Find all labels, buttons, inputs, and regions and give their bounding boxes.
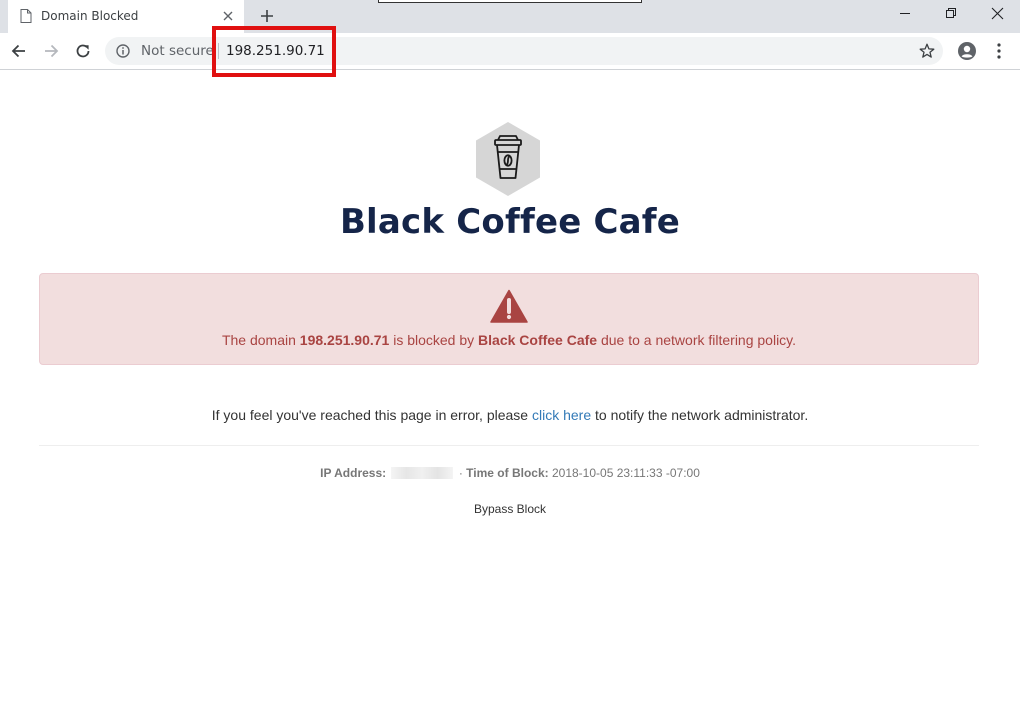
restore-icon [946, 8, 956, 18]
ip-value-redacted [391, 467, 454, 479]
meta-separator: · [458, 466, 463, 480]
block-details: IP Address: · Time of Block: 2018-10-05 … [0, 466, 1020, 480]
bypass-block-link[interactable]: Bypass Block [474, 502, 546, 516]
time-label: Time of Block: [466, 466, 549, 480]
window-close-button[interactable] [974, 0, 1020, 30]
close-icon[interactable] [222, 10, 234, 22]
browser-toolbar: Not secure 198.251.90.71 [0, 33, 1020, 70]
ip-label: IP Address: [320, 466, 387, 480]
page-icon [20, 9, 32, 23]
bypass-block: Bypass Block [0, 502, 1020, 516]
star-icon[interactable] [918, 42, 936, 60]
error-note: If you feel you've reached this page in … [0, 407, 1020, 423]
blocked-alert: The domain 198.251.90.71 is blocked by B… [39, 273, 979, 365]
alert-prefix: The domain [221, 332, 300, 348]
alert-message: The domain 198.251.90.71 is blocked by B… [40, 332, 978, 348]
account-icon[interactable] [957, 41, 977, 61]
info-icon[interactable] [116, 44, 130, 58]
plus-icon[interactable] [259, 8, 275, 24]
restore-button[interactable] [928, 0, 974, 30]
security-label[interactable]: Not secure [141, 43, 214, 59]
alert-middle: is blocked by [389, 332, 479, 348]
divider [39, 445, 979, 446]
back-arrow-icon[interactable] [9, 41, 29, 61]
tab-title: Domain Blocked [41, 9, 139, 23]
kebab-menu-icon[interactable] [993, 41, 1005, 61]
alert-suffix: due to a network filtering policy. [597, 332, 797, 348]
forward-arrow-icon[interactable] [41, 41, 61, 61]
browser-tab[interactable]: Domain Blocked [8, 0, 244, 33]
warning-icon [490, 289, 528, 323]
minimize-icon [900, 13, 910, 14]
time-value: 2018-10-05 23:11:33 -07:00 [551, 466, 700, 480]
title-bar: Domain Blocked [0, 0, 1020, 33]
blocking-org: Black Coffee Cafe [478, 332, 598, 348]
reload-icon[interactable] [73, 41, 93, 61]
notify-admin-link[interactable]: click here [532, 407, 591, 423]
coffee-cup-icon [476, 122, 540, 196]
window-close-icon [991, 7, 1004, 20]
site-title: Black Coffee Cafe [339, 202, 681, 242]
error-note-prefix: If you feel you've reached this page in … [211, 407, 532, 423]
tab-strip-outline [378, 0, 642, 3]
url-highlight-annotation [212, 26, 336, 77]
minimize-button[interactable] [882, 0, 928, 30]
blocked-domain: 198.251.90.71 [299, 332, 390, 348]
error-note-suffix: to notify the network administrator. [591, 407, 809, 423]
